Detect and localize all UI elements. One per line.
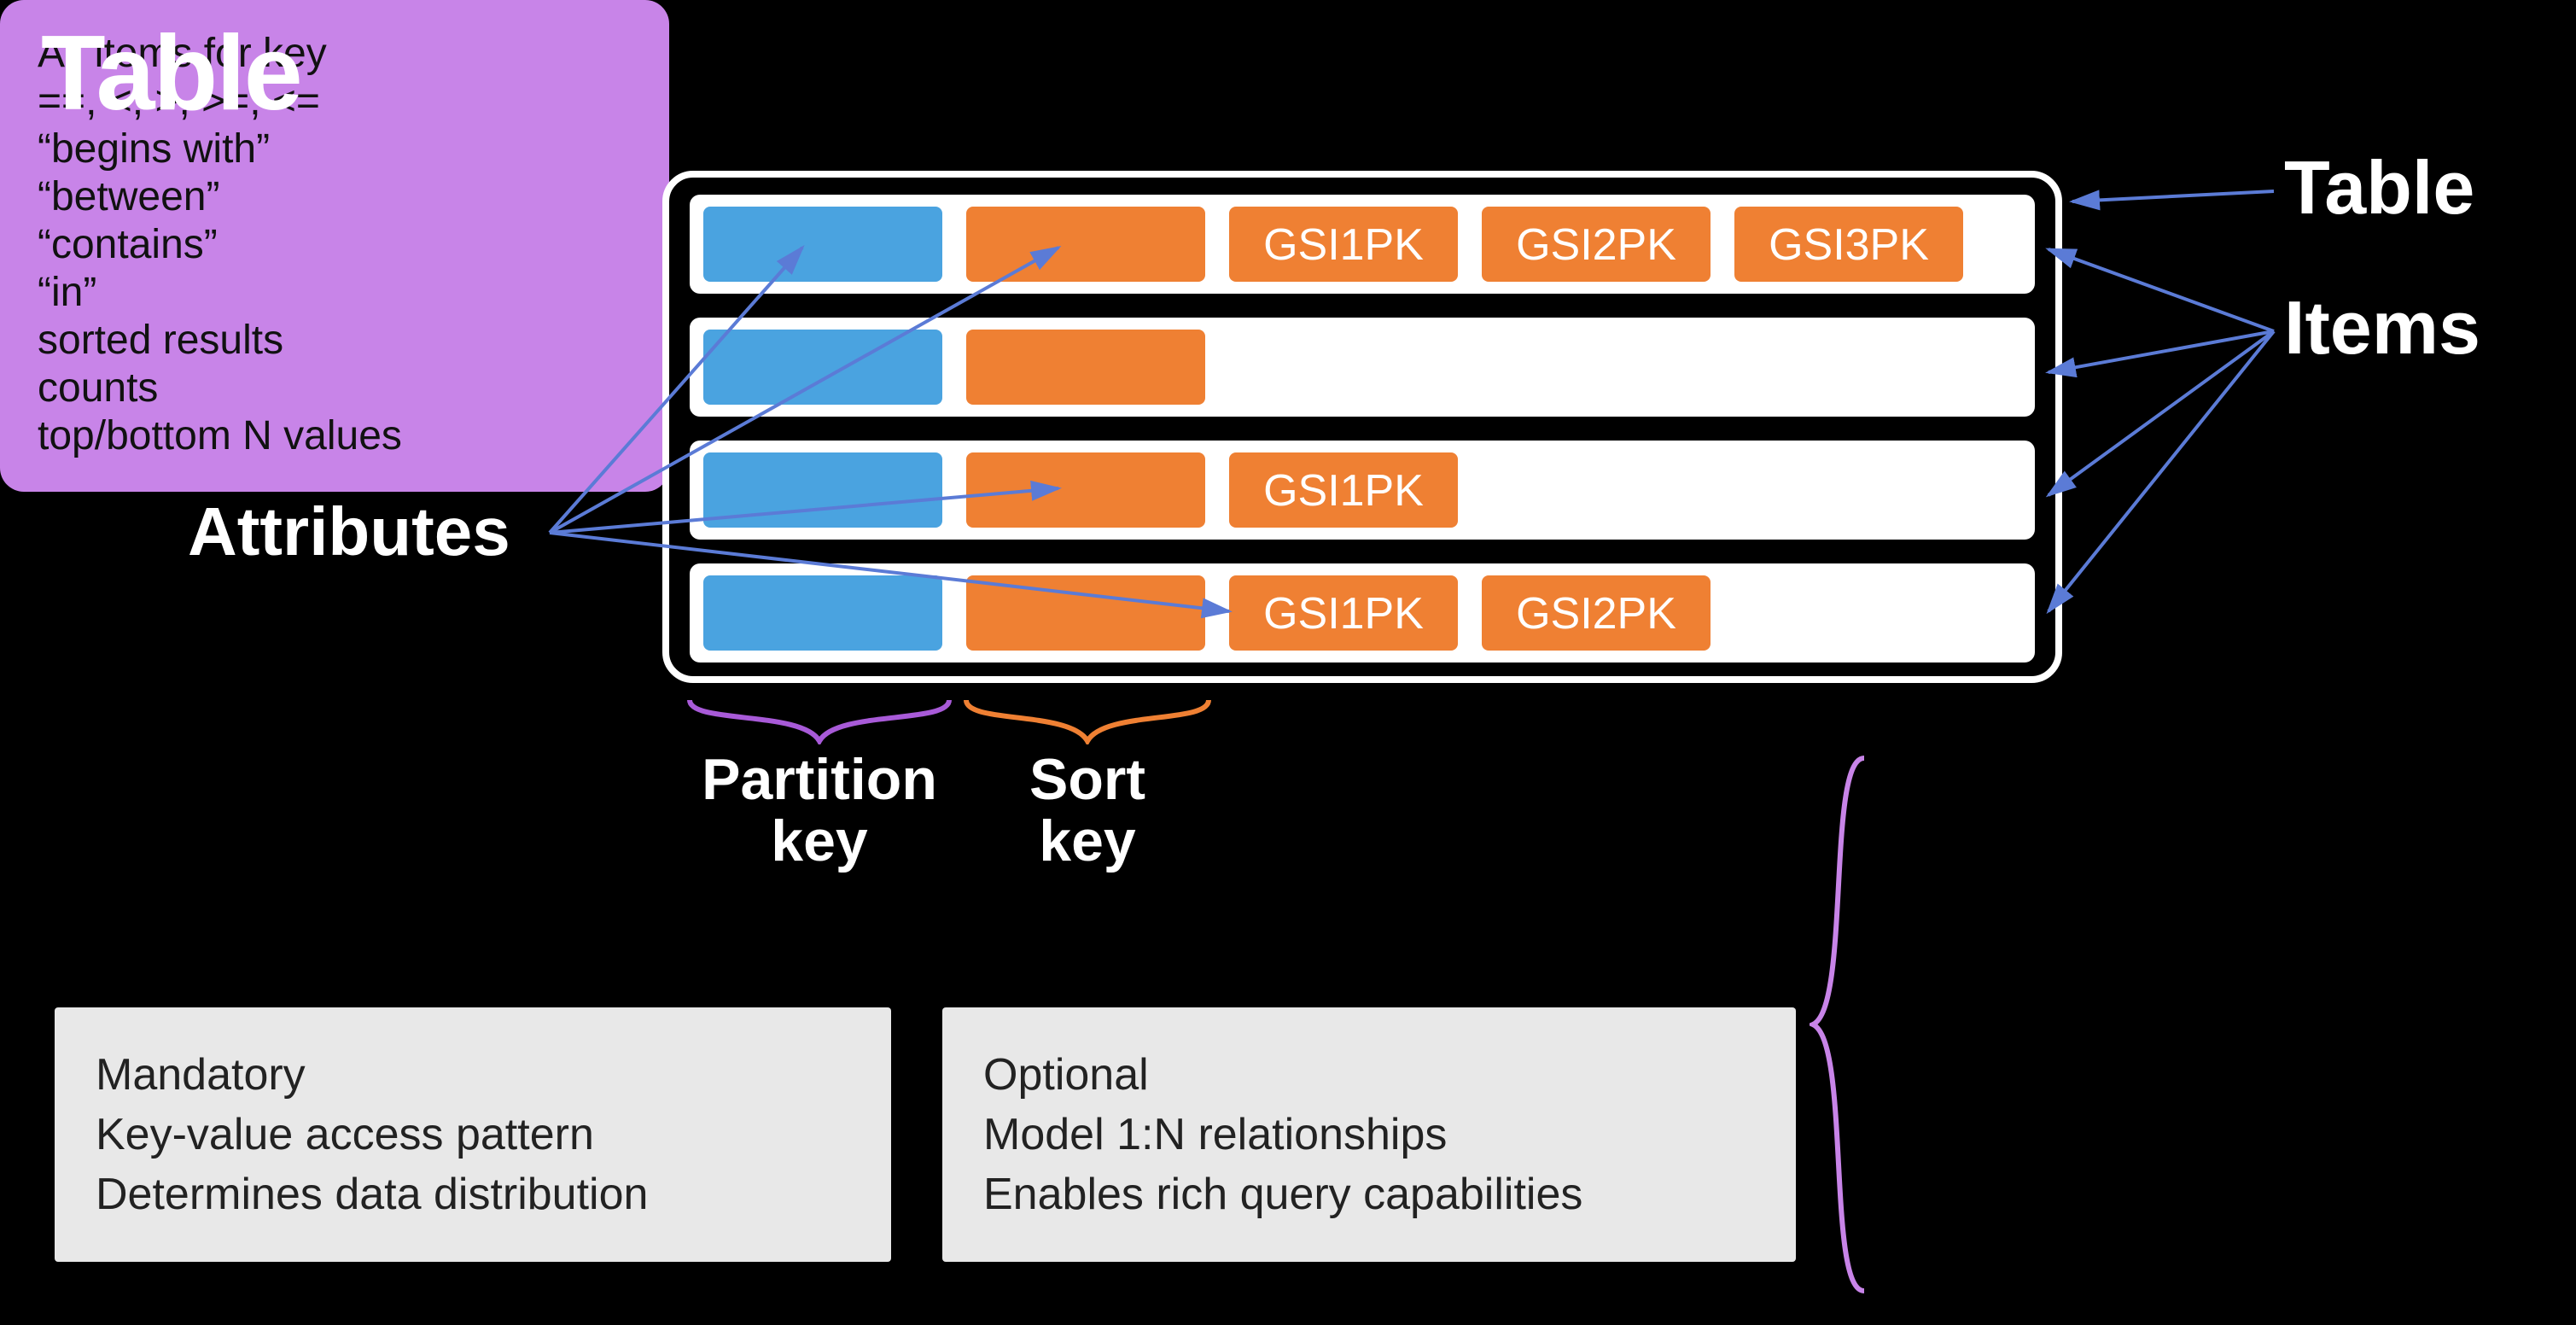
label-sort-key: Sort key xyxy=(959,751,1215,873)
label-partition-key: Partition key xyxy=(683,751,956,873)
item-row: GSI1PK GSI2PK GSI3PK xyxy=(690,195,2035,294)
brace-partition-key: Partition key xyxy=(683,697,956,873)
gsi-cell: GSI2PK xyxy=(1482,207,1711,282)
sort-key-cell xyxy=(966,452,1205,528)
info-line: “between” xyxy=(38,174,632,222)
info-line: “in” xyxy=(38,270,632,318)
gsi-cell: GSI1PK xyxy=(1229,575,1458,651)
slide-title: Table xyxy=(41,14,301,135)
info-line: top/bottom N values xyxy=(38,413,632,461)
brace-query-capabilities xyxy=(1810,751,1871,1306)
sort-key-cell xyxy=(966,207,1205,282)
partition-key-cell xyxy=(703,575,942,651)
table-frame: GSI1PK GSI2PK GSI3PK GSI1PK GSI1PK GSI2PK xyxy=(662,171,2062,683)
info-line: Enables rich query capabilities xyxy=(983,1164,1755,1224)
info-line: counts xyxy=(38,365,632,413)
info-line: Determines data distribution xyxy=(96,1164,850,1224)
info-box-sort-key: OptionalModel 1:N relationshipsEnables r… xyxy=(942,1007,1796,1263)
info-line: Optional xyxy=(983,1045,1755,1105)
partition-key-cell xyxy=(703,452,942,528)
gsi-cell: GSI1PK xyxy=(1229,207,1458,282)
gsi-cell: GSI2PK xyxy=(1482,575,1711,651)
label-table: Table xyxy=(2284,147,2474,232)
sort-key-cell xyxy=(966,330,1205,405)
item-row xyxy=(690,318,2035,417)
info-line: Key-value access pattern xyxy=(96,1105,850,1164)
item-row: GSI1PK GSI2PK xyxy=(690,563,2035,662)
item-row: GSI1PK xyxy=(690,441,2035,540)
gsi-cell: GSI1PK xyxy=(1229,452,1458,528)
info-line: Model 1:N relationships xyxy=(983,1105,1755,1164)
sort-key-cell xyxy=(966,575,1205,651)
label-items: Items xyxy=(2284,287,2480,372)
label-attributes: Attributes xyxy=(188,495,510,572)
brace-sort-key: Sort key xyxy=(959,697,1215,873)
info-line: “contains” xyxy=(38,222,632,270)
info-line: Mandatory xyxy=(96,1045,850,1105)
gsi-cell: GSI3PK xyxy=(1734,207,1963,282)
partition-key-cell xyxy=(703,330,942,405)
info-box-partition-key: MandatoryKey-value access patternDetermi… xyxy=(55,1007,891,1263)
info-line: sorted results xyxy=(38,318,632,365)
partition-key-cell xyxy=(703,207,942,282)
